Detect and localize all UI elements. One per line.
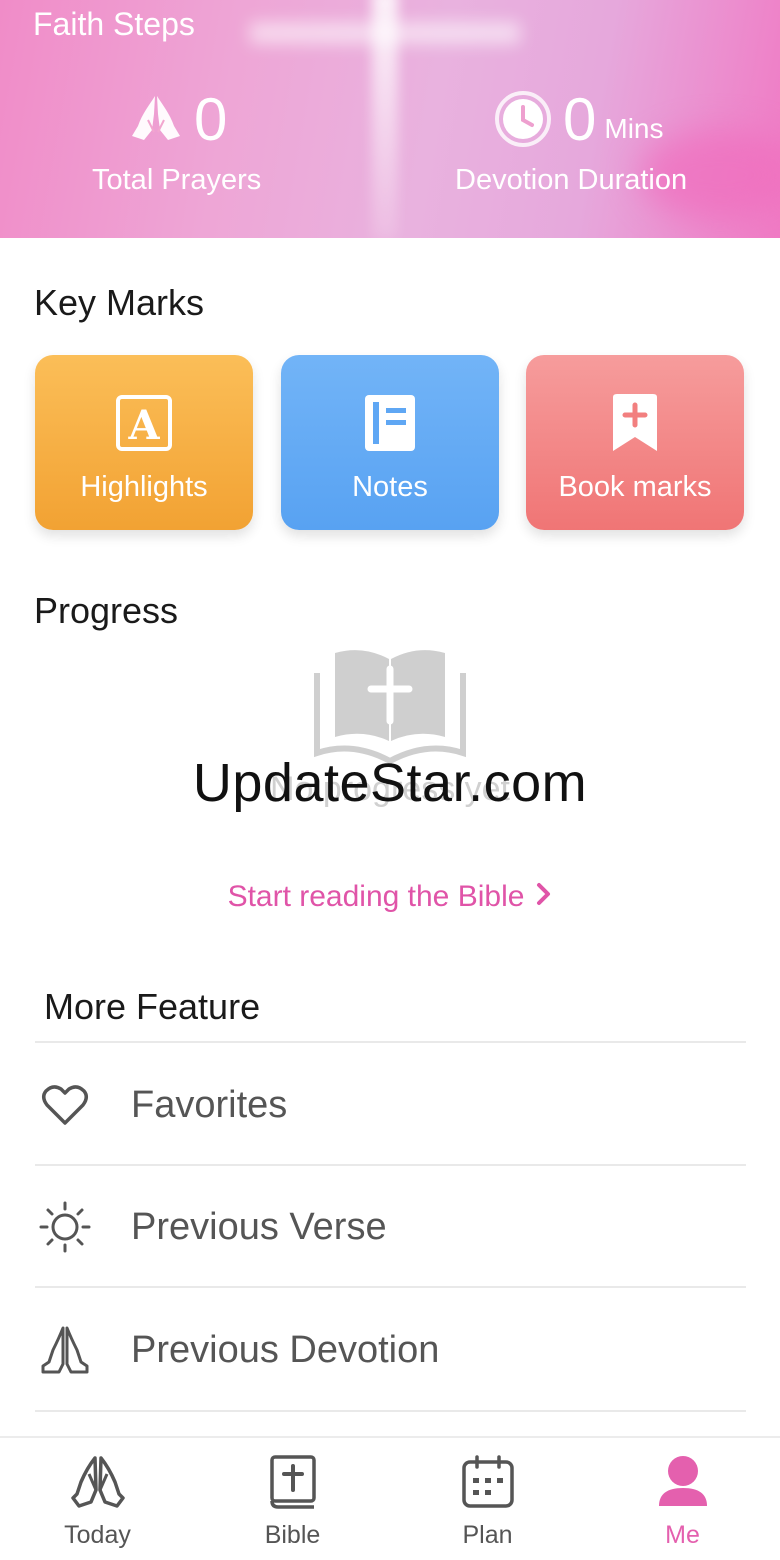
bookmark-icon [609, 393, 661, 453]
divider [35, 1164, 746, 1166]
divider [35, 1041, 746, 1043]
bible-icon [268, 1454, 318, 1515]
devotion-duration-stat[interactable]: 0 Mins Devotion Duration [455, 86, 715, 197]
divider [35, 1286, 746, 1288]
previous-verse-label: Previous Verse [131, 1205, 387, 1248]
key-marks-title: Key Marks [34, 282, 205, 323]
bookmarks-card[interactable]: Book marks [526, 355, 744, 530]
nav-plan-label: Plan [462, 1521, 513, 1549]
nav-bible-label: Bible [264, 1521, 321, 1549]
praying-hands-icon [69, 1454, 127, 1515]
nav-me[interactable]: Me [585, 1438, 780, 1560]
highlight-icon: A [115, 393, 173, 453]
favorites-label: Favorites [131, 1083, 288, 1126]
calendar-icon [461, 1454, 515, 1515]
more-feature-title: More Feature [44, 986, 261, 1027]
favorites-item[interactable]: Favorites [35, 1045, 746, 1165]
bottom-navigation: Today Bible Plan Me [0, 1436, 780, 1560]
praying-hands-icon [128, 90, 184, 151]
cross-glow-horizontal [250, 22, 520, 44]
devotion-duration-unit: Mins [604, 113, 664, 144]
heart-icon [35, 1083, 95, 1127]
svg-text:A: A [127, 402, 160, 449]
progress-title: Progress [34, 590, 179, 631]
open-bible-icon [313, 645, 467, 765]
highlights-label: Highlights [80, 471, 208, 503]
clock-icon [493, 88, 553, 153]
highlights-card[interactable]: A Highlights [35, 355, 253, 530]
total-prayers-value: 0 [194, 86, 228, 153]
previous-verse-item[interactable]: Previous Verse [35, 1167, 746, 1287]
bookmarks-label: Book marks [558, 471, 712, 503]
chevron-right-icon [536, 880, 552, 914]
divider [35, 1410, 746, 1412]
nav-today-label: Today [64, 1521, 131, 1549]
total-prayers-label: Total Prayers [92, 164, 262, 196]
previous-devotion-label: Previous Devotion [131, 1328, 440, 1371]
header-banner: Faith Steps 0 Total Prayers 0 Mins Devot… [0, 0, 780, 238]
total-prayers-stat[interactable]: 0 Total Prayers [92, 86, 282, 197]
nav-bible[interactable]: Bible [195, 1438, 390, 1560]
nav-me-label: Me [665, 1521, 700, 1549]
notes-card[interactable]: Notes [281, 355, 499, 530]
notes-label: Notes [352, 471, 428, 503]
nav-plan[interactable]: Plan [390, 1438, 585, 1560]
person-icon [656, 1454, 710, 1515]
devotion-duration-label: Devotion Duration [455, 164, 688, 196]
start-reading-label: Start reading the Bible [227, 880, 525, 913]
sun-icon [35, 1201, 95, 1253]
note-icon [364, 393, 416, 453]
praying-hands-icon [35, 1324, 95, 1376]
start-reading-link[interactable]: Start reading the Bible [0, 880, 780, 914]
devotion-duration-value: 0 [563, 86, 597, 153]
app-title: Faith Steps [33, 6, 195, 42]
previous-devotion-item[interactable]: Previous Devotion [35, 1290, 746, 1410]
nav-today[interactable]: Today [0, 1438, 195, 1560]
watermark-text: UpdateStar.com [192, 753, 588, 813]
